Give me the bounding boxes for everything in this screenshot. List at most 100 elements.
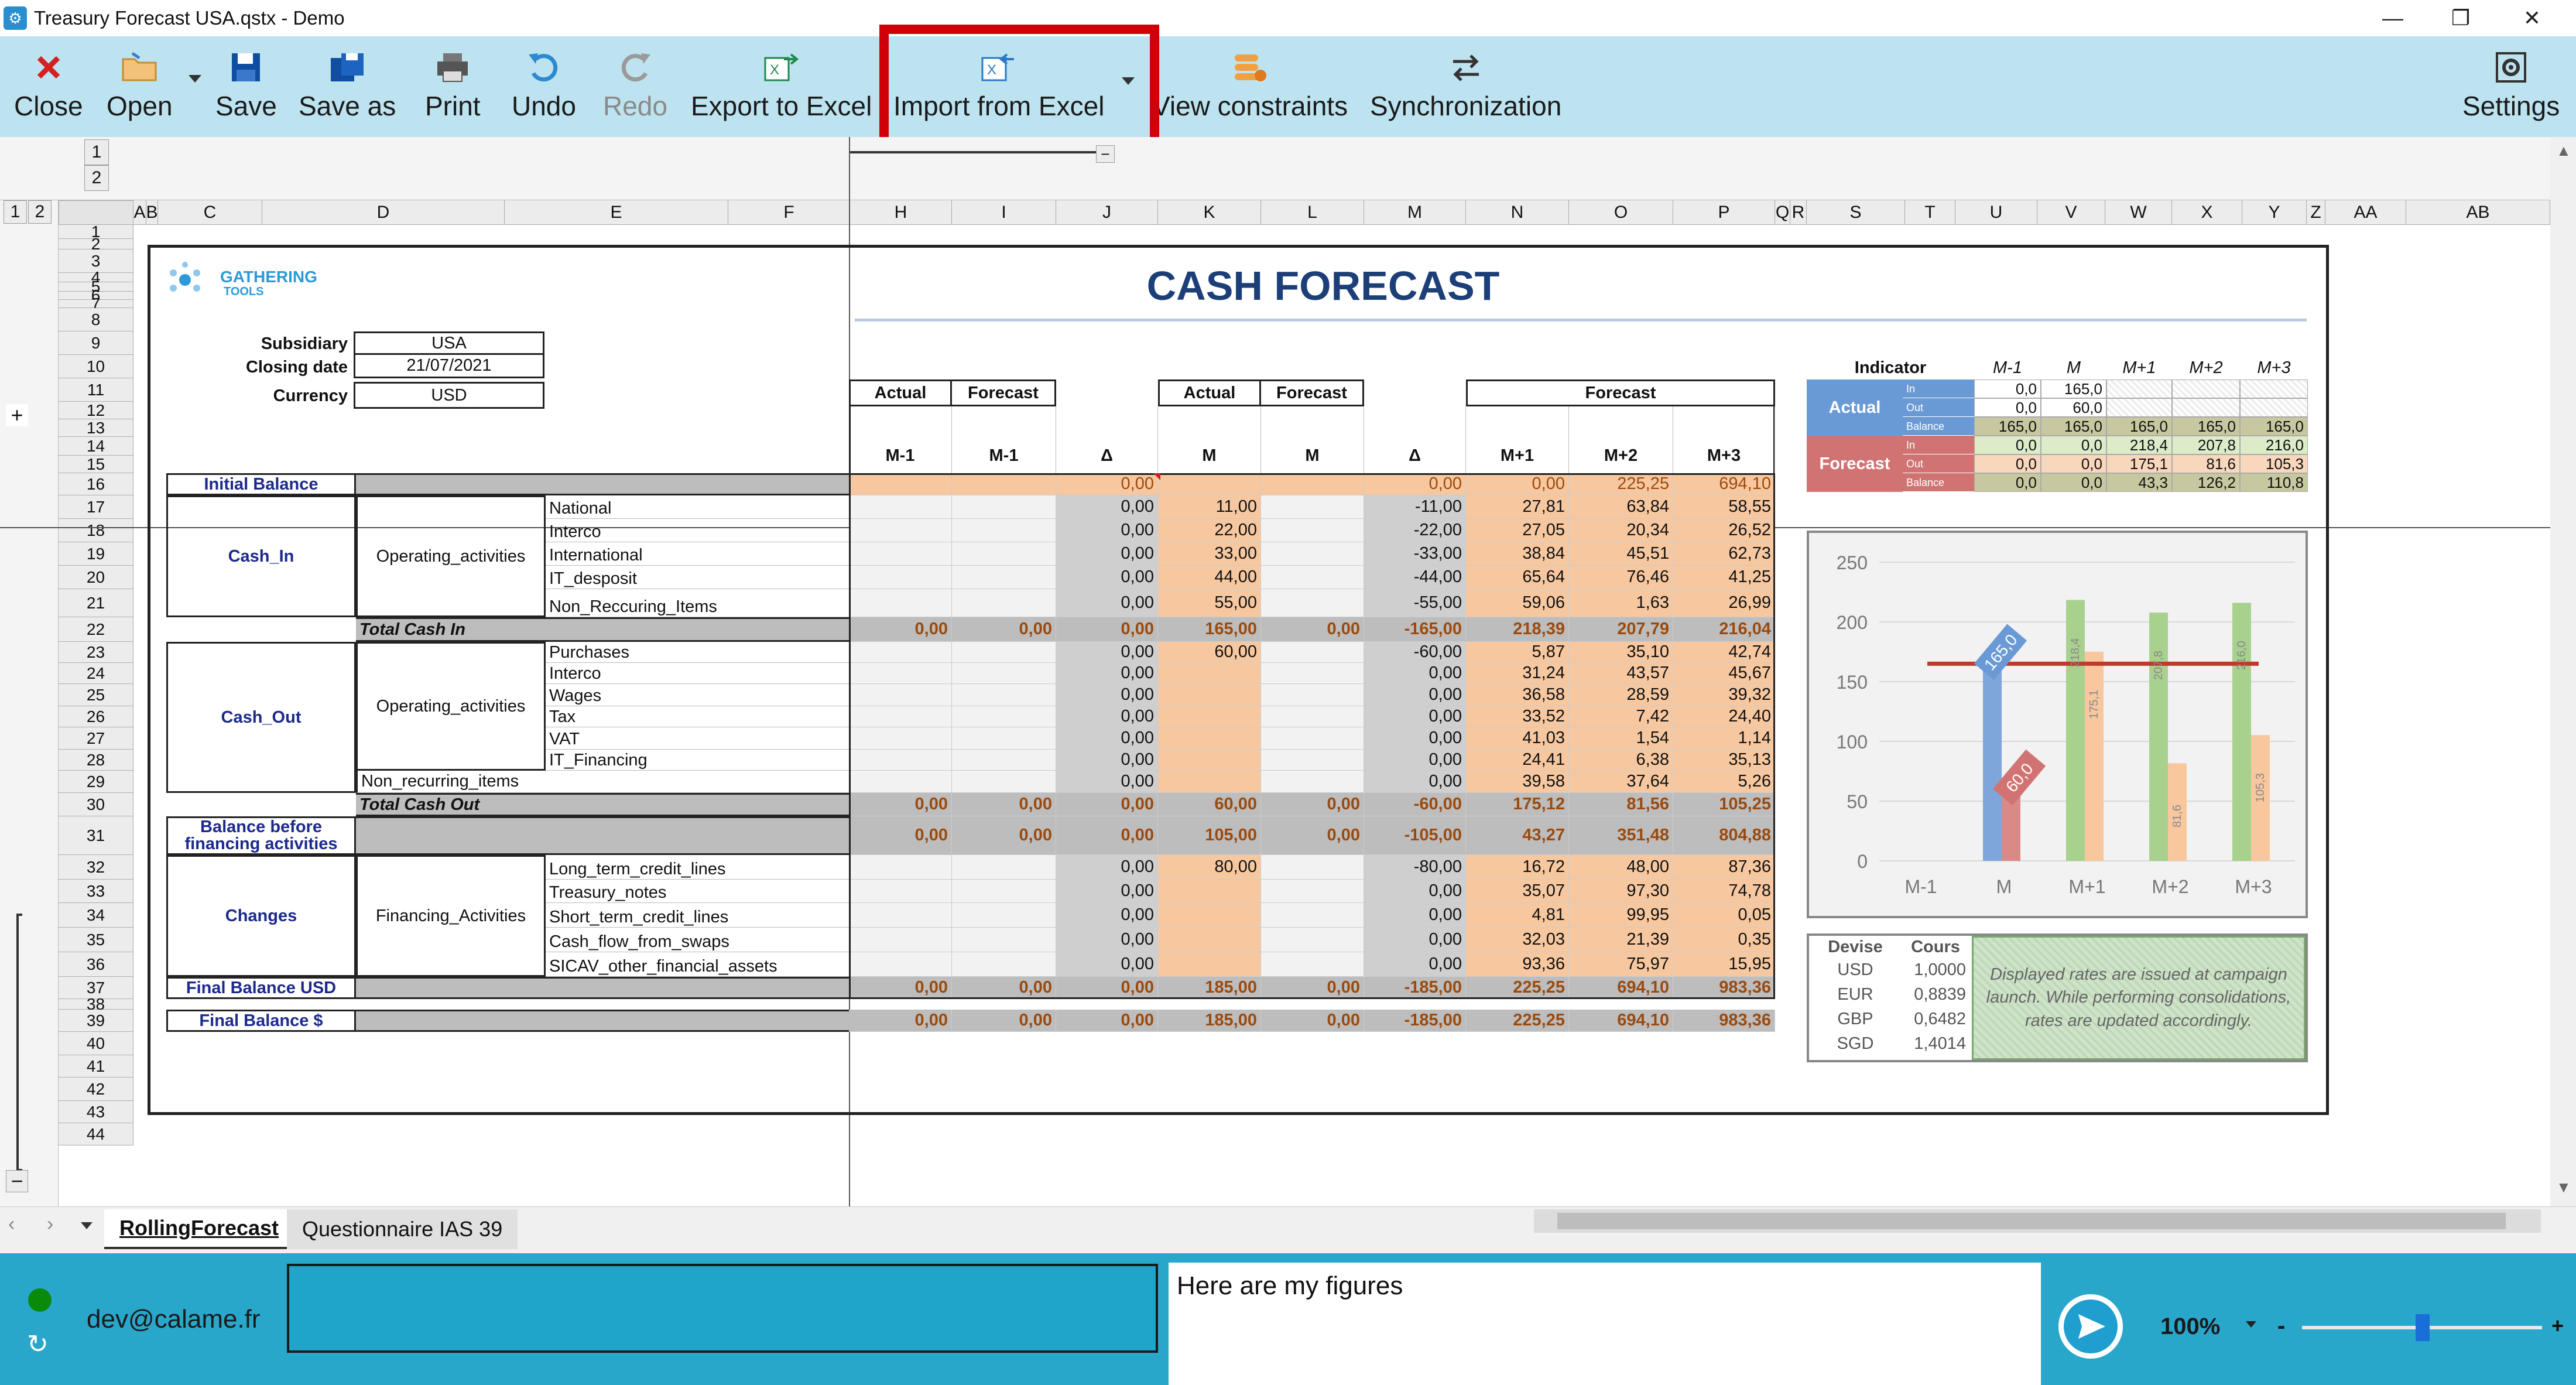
value-cell[interactable]: 43,27 bbox=[1466, 816, 1569, 855]
value-cell[interactable] bbox=[849, 566, 952, 589]
value-cell[interactable]: 165,00 bbox=[1158, 617, 1261, 642]
value-cell[interactable]: 185,00 bbox=[1158, 1010, 1261, 1032]
tab-prev-icon[interactable]: ‹ bbox=[8, 1213, 15, 1236]
value-cell[interactable]: 0,00 bbox=[849, 1010, 952, 1032]
value-cell[interactable]: 32,03 bbox=[1466, 928, 1569, 952]
value-cell[interactable]: 105,00 bbox=[1158, 816, 1261, 855]
value-cell[interactable]: 0,00 bbox=[849, 793, 952, 816]
value-cell[interactable]: 0,00 bbox=[1056, 928, 1158, 952]
value-cell[interactable]: 105,25 bbox=[1673, 793, 1775, 816]
value-cell[interactable]: 0,00 bbox=[1056, 793, 1158, 816]
value-cell[interactable]: 0,00 bbox=[1056, 855, 1158, 880]
value-cell[interactable]: 58,55 bbox=[1673, 495, 1775, 519]
value-cell[interactable]: -11,00 bbox=[1364, 495, 1466, 519]
value-cell[interactable]: 11,00 bbox=[1158, 495, 1261, 519]
value-cell[interactable] bbox=[1158, 903, 1261, 928]
value-cell[interactable]: 0,00 bbox=[1056, 977, 1158, 999]
value-cell[interactable]: -185,00 bbox=[1364, 1010, 1466, 1032]
value-cell[interactable]: 0,00 bbox=[1056, 706, 1158, 727]
value-cell[interactable] bbox=[952, 706, 1056, 727]
refresh-icon[interactable]: ↻ bbox=[27, 1329, 49, 1359]
value-cell[interactable] bbox=[849, 495, 952, 519]
value-cell[interactable]: 41,25 bbox=[1673, 566, 1775, 589]
value-cell[interactable]: 0,00 bbox=[849, 617, 952, 642]
value-cell[interactable]: 175,12 bbox=[1466, 793, 1569, 816]
value-cell[interactable] bbox=[1158, 771, 1261, 793]
value-cell[interactable]: 0,00 bbox=[1364, 880, 1466, 903]
value-cell[interactable]: 1,54 bbox=[1569, 727, 1673, 750]
value-cell[interactable] bbox=[1158, 727, 1261, 750]
value-cell[interactable] bbox=[849, 642, 952, 663]
value-cell[interactable]: 60,00 bbox=[1158, 793, 1261, 816]
value-cell[interactable]: 44,00 bbox=[1158, 566, 1261, 589]
value-cell[interactable] bbox=[1158, 473, 1261, 495]
value-cell[interactable]: 0,00 bbox=[1364, 750, 1466, 771]
value-cell[interactable]: -22,00 bbox=[1364, 519, 1466, 542]
value-cell[interactable]: 0,00 bbox=[1056, 816, 1158, 855]
value-cell[interactable]: 0,00 bbox=[1364, 706, 1466, 727]
value-cell[interactable]: 28,59 bbox=[1569, 684, 1673, 706]
value-cell[interactable]: 0,00 bbox=[1466, 473, 1569, 495]
value-cell[interactable] bbox=[849, 519, 952, 542]
value-cell[interactable]: 0,00 bbox=[1056, 663, 1158, 684]
value-cell[interactable]: 80,00 bbox=[1158, 855, 1261, 880]
value-cell[interactable]: 36,58 bbox=[1466, 684, 1569, 706]
value-cell[interactable]: 694,10 bbox=[1569, 977, 1673, 999]
value-cell[interactable]: 59,06 bbox=[1466, 589, 1569, 617]
value-cell[interactable] bbox=[849, 542, 952, 566]
zoom-out-button[interactable]: - bbox=[2277, 1314, 2285, 1338]
value-cell[interactable]: -60,00 bbox=[1364, 793, 1466, 816]
value-cell[interactable]: 0,00 bbox=[1056, 903, 1158, 928]
value-cell[interactable]: 0,00 bbox=[849, 816, 952, 855]
value-cell[interactable] bbox=[1158, 952, 1261, 977]
value-cell[interactable]: 15,95 bbox=[1673, 952, 1775, 977]
value-cell[interactable] bbox=[1261, 473, 1364, 495]
value-cell[interactable]: 99,95 bbox=[1569, 903, 1673, 928]
value-cell[interactable]: 42,74 bbox=[1673, 642, 1775, 663]
tab-rollingforecast[interactable]: RollingForecast bbox=[104, 1209, 294, 1249]
value-cell[interactable] bbox=[1261, 928, 1364, 952]
value-cell[interactable]: 0,00 bbox=[1056, 952, 1158, 977]
value-cell[interactable] bbox=[952, 642, 1056, 663]
value-cell[interactable]: 225,25 bbox=[1569, 473, 1673, 495]
value-cell[interactable] bbox=[952, 542, 1056, 566]
value-cell[interactable]: 0,00 bbox=[952, 1010, 1056, 1032]
value-cell[interactable] bbox=[1261, 903, 1364, 928]
value-cell[interactable] bbox=[1158, 684, 1261, 706]
value-cell[interactable] bbox=[952, 771, 1056, 793]
value-cell[interactable] bbox=[849, 663, 952, 684]
value-cell[interactable] bbox=[849, 706, 952, 727]
value-cell[interactable]: 45,67 bbox=[1673, 663, 1775, 684]
value-cell[interactable]: 0,00 bbox=[1364, 663, 1466, 684]
value-cell[interactable]: -165,00 bbox=[1364, 617, 1466, 642]
value-cell[interactable]: 185,00 bbox=[1158, 977, 1261, 999]
value-cell[interactable]: 24,41 bbox=[1466, 750, 1569, 771]
tab-questionnaire[interactable]: Questionnaire IAS 39 bbox=[287, 1209, 518, 1249]
value-cell[interactable]: 0,00 bbox=[1364, 684, 1466, 706]
value-cell[interactable]: 63,84 bbox=[1569, 495, 1673, 519]
value-cell[interactable] bbox=[849, 771, 952, 793]
value-cell[interactable]: 35,10 bbox=[1569, 642, 1673, 663]
value-cell[interactable] bbox=[952, 589, 1056, 617]
value-cell[interactable]: 6,38 bbox=[1569, 750, 1673, 771]
value-cell[interactable]: 694,10 bbox=[1673, 473, 1775, 495]
value-cell[interactable]: 75,97 bbox=[1569, 952, 1673, 977]
value-cell[interactable]: 4,81 bbox=[1466, 903, 1569, 928]
horizontal-scrollbar[interactable] bbox=[1534, 1209, 2541, 1233]
value-cell[interactable]: 41,03 bbox=[1466, 727, 1569, 750]
value-cell[interactable]: 62,73 bbox=[1673, 542, 1775, 566]
value-cell[interactable]: 39,32 bbox=[1673, 684, 1775, 706]
value-cell[interactable]: 0,00 bbox=[1056, 519, 1158, 542]
value-cell[interactable] bbox=[849, 684, 952, 706]
value-cell[interactable] bbox=[849, 473, 952, 495]
value-cell[interactable] bbox=[849, 903, 952, 928]
value-cell[interactable] bbox=[952, 880, 1056, 903]
value-cell[interactable]: 22,00 bbox=[1158, 519, 1261, 542]
value-cell[interactable]: 76,46 bbox=[1569, 566, 1673, 589]
value-cell[interactable]: 37,64 bbox=[1569, 771, 1673, 793]
value-cell[interactable]: 26,52 bbox=[1673, 519, 1775, 542]
value-cell[interactable]: 0,00 bbox=[952, 793, 1056, 816]
value-cell[interactable] bbox=[1158, 880, 1261, 903]
value-cell[interactable] bbox=[849, 727, 952, 750]
value-cell[interactable] bbox=[1158, 750, 1261, 771]
